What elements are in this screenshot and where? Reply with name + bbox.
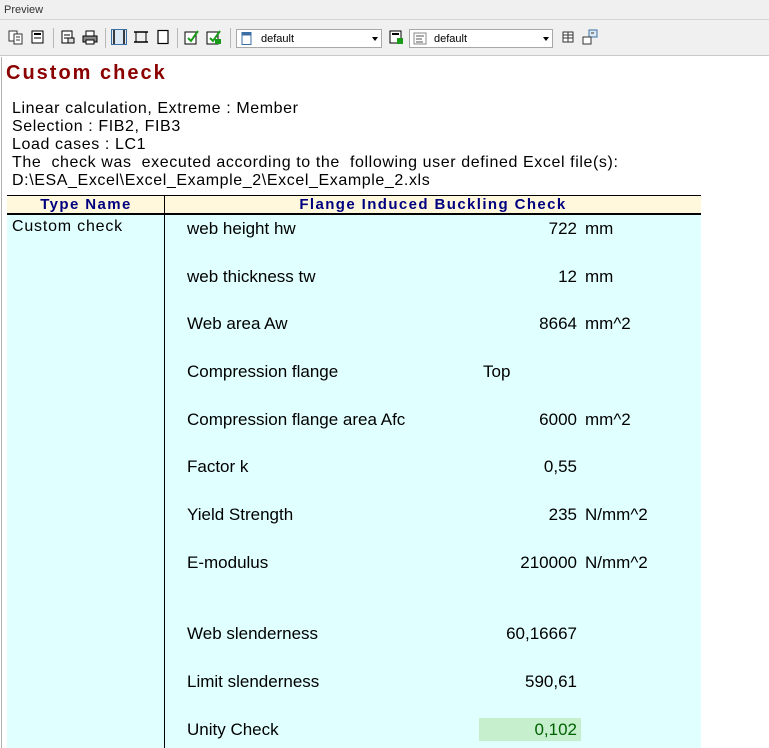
- row-value: 590,61: [525, 672, 577, 691]
- chevron-down-icon[interactable]: [372, 37, 378, 41]
- info-line-check-note: The check was executed according to the …: [12, 154, 619, 171]
- document-icon: [241, 32, 252, 45]
- type-name-cell: Custom check: [12, 218, 123, 235]
- row-label: Limit slenderness: [187, 672, 320, 691]
- style-select-value: default: [434, 33, 468, 45]
- row-unit: mm^2: [585, 314, 631, 333]
- row-label: Unity Check: [187, 720, 279, 739]
- row-unit: N/mm^2: [585, 553, 648, 572]
- preview-title-bar: Preview: [0, 0, 769, 20]
- column-header-type-name: Type Name: [40, 196, 132, 213]
- row-unit: mm: [585, 219, 614, 238]
- report-heading: Custom check: [6, 62, 167, 84]
- row-label: web thickness tw: [187, 267, 316, 286]
- report-preview: Custom check Linear calculation, Extreme…: [1, 57, 768, 748]
- row-label: E-modulus: [187, 553, 269, 572]
- row-value: 8664: [539, 314, 577, 333]
- page-width-icon[interactable]: [111, 29, 127, 45]
- column-divider: [164, 215, 165, 748]
- row-label: Web slenderness: [187, 624, 319, 643]
- copy-icon[interactable]: [8, 29, 24, 45]
- row-label: Yield Strength: [187, 505, 294, 524]
- style-select[interactable]: default: [409, 29, 553, 48]
- row-unit: mm^2: [585, 410, 631, 429]
- book-icon[interactable]: [30, 29, 46, 45]
- chevron-down-icon[interactable]: [543, 37, 549, 41]
- info-line-file-path: D:\ESA_Excel\Excel_Example_2\Excel_Examp…: [12, 172, 431, 189]
- window-title: Preview: [4, 4, 44, 16]
- row-value: 6000: [539, 410, 577, 429]
- row-value: 60,16667: [506, 624, 577, 643]
- row-value: 0,55: [543, 457, 577, 476]
- row-label: Compression flange area Afc: [187, 410, 406, 429]
- unity-check-value: 0,102: [534, 720, 577, 739]
- toolbar-separator: [230, 28, 231, 48]
- print-preview-icon[interactable]: [60, 29, 76, 45]
- row-value: 12: [558, 267, 577, 286]
- book-settings-icon[interactable]: [388, 29, 404, 45]
- column-header-check: Flange Induced Buckling Check: [299, 196, 567, 213]
- row-label: Compression flange: [187, 362, 339, 381]
- row-label: web height hw: [187, 219, 296, 238]
- info-line-selection: Selection : FIB2, FIB3: [12, 118, 181, 135]
- toolbar-separator: [53, 28, 54, 48]
- layout-grid-icon[interactable]: [582, 29, 598, 45]
- row-value: 235: [548, 505, 577, 524]
- info-line-load-cases: Load cases : LC1: [12, 136, 147, 153]
- row-label: Factor k: [187, 457, 249, 476]
- template-select-value: default: [261, 33, 295, 45]
- table-body: Custom check web height hw 722 mm web th…: [7, 215, 701, 748]
- row-value: 722: [548, 219, 577, 238]
- row-label: Web area Aw: [187, 314, 288, 333]
- row-value: 210000: [520, 553, 577, 572]
- page-height-icon[interactable]: [133, 29, 149, 45]
- edit-book-icon[interactable]: [184, 29, 200, 45]
- table-icon[interactable]: [560, 29, 576, 45]
- row-value: Top: [483, 362, 511, 381]
- toolbar-separator: [177, 28, 178, 48]
- preview-toolbar: default default: [0, 20, 769, 56]
- template-select[interactable]: default: [236, 29, 382, 48]
- info-line-calculation: Linear calculation, Extreme : Member: [12, 100, 299, 117]
- toolbar-separator: [105, 28, 106, 48]
- row-unit: N/mm^2: [585, 505, 648, 524]
- whole-page-icon[interactable]: [155, 29, 171, 45]
- row-unit: mm: [585, 267, 614, 286]
- list-icon: [413, 32, 427, 45]
- table-header: Type Name Flange Induced Buckling Check: [7, 195, 701, 215]
- printer-icon[interactable]: [82, 29, 98, 45]
- export-book-icon[interactable]: [206, 29, 222, 45]
